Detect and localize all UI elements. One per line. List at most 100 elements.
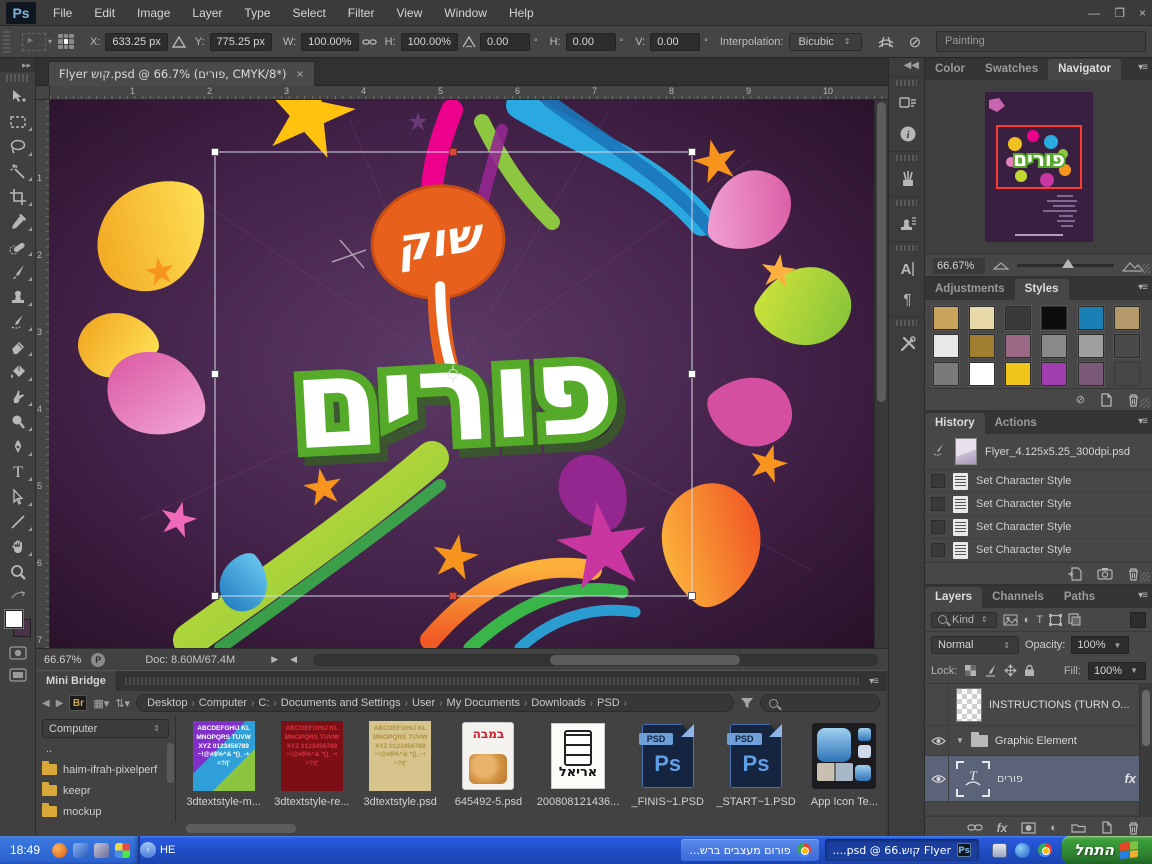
tab-paths[interactable]: Paths xyxy=(1054,587,1105,608)
start-button[interactable]: התחל xyxy=(1062,836,1152,864)
filter-pixel-layers-icon[interactable] xyxy=(1003,614,1018,626)
file-item[interactable]: ABCDEFGHIJ KLMNOPQRS TUVWXYZ 0123456789 … xyxy=(272,719,351,822)
history-brush-well[interactable] xyxy=(931,543,945,557)
zoom-out-icon[interactable] xyxy=(993,261,1009,270)
history-state[interactable]: Set Character Style xyxy=(925,493,1152,516)
menu-view[interactable]: View xyxy=(385,0,433,26)
expand-panels-icon[interactable]: ◀◀ xyxy=(889,58,924,74)
rotate-input[interactable]: 0.00 xyxy=(480,33,530,51)
layers-scrollbar[interactable] xyxy=(1139,684,1152,816)
paint-bucket-tool[interactable] xyxy=(0,359,36,384)
zoom-tool[interactable] xyxy=(0,559,36,584)
style-swatch[interactable] xyxy=(1078,306,1104,330)
delete-state-icon[interactable] xyxy=(1127,567,1140,581)
new-layer-icon[interactable] xyxy=(1100,821,1113,834)
new-doc-from-state-icon[interactable] xyxy=(1067,567,1083,581)
history-brush-tool[interactable] xyxy=(0,309,36,334)
crumb-desktop[interactable]: Desktop xyxy=(147,697,187,709)
menu-window[interactable]: Window xyxy=(433,0,498,26)
character-panel-icon[interactable]: A xyxy=(889,254,926,284)
layer-style-icon[interactable]: fx xyxy=(997,821,1008,835)
mini-bridge-scrollbar[interactable] xyxy=(186,824,296,833)
style-swatch[interactable] xyxy=(969,362,995,386)
crumb-c-drive[interactable]: C: xyxy=(258,697,269,709)
search-input[interactable] xyxy=(760,694,880,712)
history-state[interactable]: Set Character Style xyxy=(925,516,1152,539)
move-tool[interactable] xyxy=(0,84,36,109)
pen-tool[interactable] xyxy=(0,434,36,459)
folder-up-item[interactable]: .. xyxy=(42,738,169,759)
tray-icon[interactable] xyxy=(73,843,88,858)
mini-bridge-menu-icon[interactable]: ▾≡ xyxy=(869,676,878,687)
tab-styles[interactable]: Styles xyxy=(1015,279,1069,300)
panel-menu-icon[interactable]: ▾≡ xyxy=(1138,62,1147,73)
folder-item[interactable]: keepr xyxy=(42,780,169,801)
tool-preset-caret-icon[interactable]: ▾ xyxy=(48,37,52,46)
new-snapshot-icon[interactable] xyxy=(1097,567,1113,580)
back-icon[interactable]: ◀ xyxy=(42,698,50,709)
crop-tool[interactable] xyxy=(0,184,36,209)
lock-position-icon[interactable] xyxy=(1004,664,1017,677)
history-brush-well[interactable] xyxy=(931,474,945,488)
reference-point-locator[interactable] xyxy=(58,34,74,50)
toolbar-grip[interactable] xyxy=(6,74,29,82)
filter-shape-layers-icon[interactable] xyxy=(1049,614,1062,626)
toolbar-collapse-icon[interactable]: ▸▸ xyxy=(0,58,35,72)
warp-mode-icon[interactable] xyxy=(876,34,896,50)
height-input[interactable]: 100.00% xyxy=(401,33,458,51)
vertical-scrollbar[interactable] xyxy=(874,100,888,648)
clone-stamp-tool[interactable] xyxy=(0,284,36,309)
quick-launch-icon[interactable] xyxy=(1015,843,1030,858)
file-item[interactable]: ABCDEFGHIJ KLMNOPQRS TUVWXYZ 0123456789 … xyxy=(361,719,440,822)
lock-transparency-icon[interactable] xyxy=(964,664,977,677)
layer-filter-select[interactable]: Kind⇕ xyxy=(931,612,997,628)
delete-layer-icon[interactable] xyxy=(1127,821,1140,835)
folder-item[interactable]: haim-ifrah-pixelperf xyxy=(42,759,169,780)
x-input[interactable]: 633.25 px xyxy=(105,33,167,51)
tab-swatches[interactable]: Swatches xyxy=(975,59,1048,80)
crumb-docs-settings[interactable]: Documents and Settings xyxy=(281,697,401,709)
style-swatch[interactable] xyxy=(1005,306,1031,330)
menu-file[interactable]: File xyxy=(42,0,83,26)
tab-color[interactable]: Color xyxy=(925,59,975,80)
history-brush-well[interactable] xyxy=(931,497,945,511)
link-dimensions-icon[interactable] xyxy=(362,36,377,48)
h-skew-input[interactable]: 0.00 xyxy=(566,33,616,51)
menu-help[interactable]: Help xyxy=(498,0,545,26)
filter-type-layers-icon[interactable]: T xyxy=(1036,614,1043,626)
visibility-toggle[interactable] xyxy=(929,726,949,755)
delete-style-icon[interactable] xyxy=(1127,393,1140,407)
swap-colors-icon[interactable] xyxy=(0,584,36,606)
lock-pixels-icon[interactable] xyxy=(984,664,997,677)
file-item[interactable]: אריאל 200808121436... xyxy=(537,719,619,822)
vertical-ruler[interactable]: 1 2 3 4 5 6 7 xyxy=(36,100,50,648)
paragraph-panel-icon[interactable]: ¶ xyxy=(889,284,926,314)
crumb-computer[interactable]: Computer xyxy=(199,697,247,709)
filter-smart-objects-icon[interactable] xyxy=(1068,613,1081,626)
width-input[interactable]: 100.00% xyxy=(301,33,358,51)
warped-text-thumbnail[interactable]: T xyxy=(956,761,990,797)
v-skew-input[interactable]: 0.00 xyxy=(650,33,700,51)
quick-launch-icon[interactable] xyxy=(992,843,1007,858)
visibility-toggle[interactable] xyxy=(929,756,949,801)
menu-select[interactable]: Select xyxy=(281,0,336,26)
horizontal-ruler[interactable]: 1 2 3 4 5 6 7 8 9 10 xyxy=(50,86,888,100)
mini-bridge-grip[interactable] xyxy=(125,677,861,685)
layer-row-group[interactable]: ▼ Graphic Element xyxy=(925,726,1152,756)
smudge-tool[interactable] xyxy=(0,384,36,409)
screen-mode-icon[interactable] xyxy=(0,664,36,686)
menu-type[interactable]: Type xyxy=(233,0,281,26)
layer-effects-badge[interactable]: fx xyxy=(1124,771,1136,786)
style-swatch[interactable] xyxy=(1041,362,1067,386)
brush-tool[interactable] xyxy=(0,259,36,284)
clone-source-panel-icon[interactable] xyxy=(889,209,926,239)
properties-panel-icon[interactable] xyxy=(889,89,926,119)
style-swatch[interactable] xyxy=(1041,306,1067,330)
style-swatch[interactable] xyxy=(1114,306,1140,330)
cancel-transform-icon[interactable]: ⊘ xyxy=(909,33,922,51)
mini-bridge-tab[interactable]: Mini Bridge xyxy=(36,671,117,691)
layer-thumbnail[interactable] xyxy=(956,688,982,722)
opacity-input[interactable]: 100%▼ xyxy=(1071,636,1129,654)
quick-mask-icon[interactable] xyxy=(0,642,36,664)
zoom-level[interactable]: 66.67% xyxy=(44,654,81,666)
